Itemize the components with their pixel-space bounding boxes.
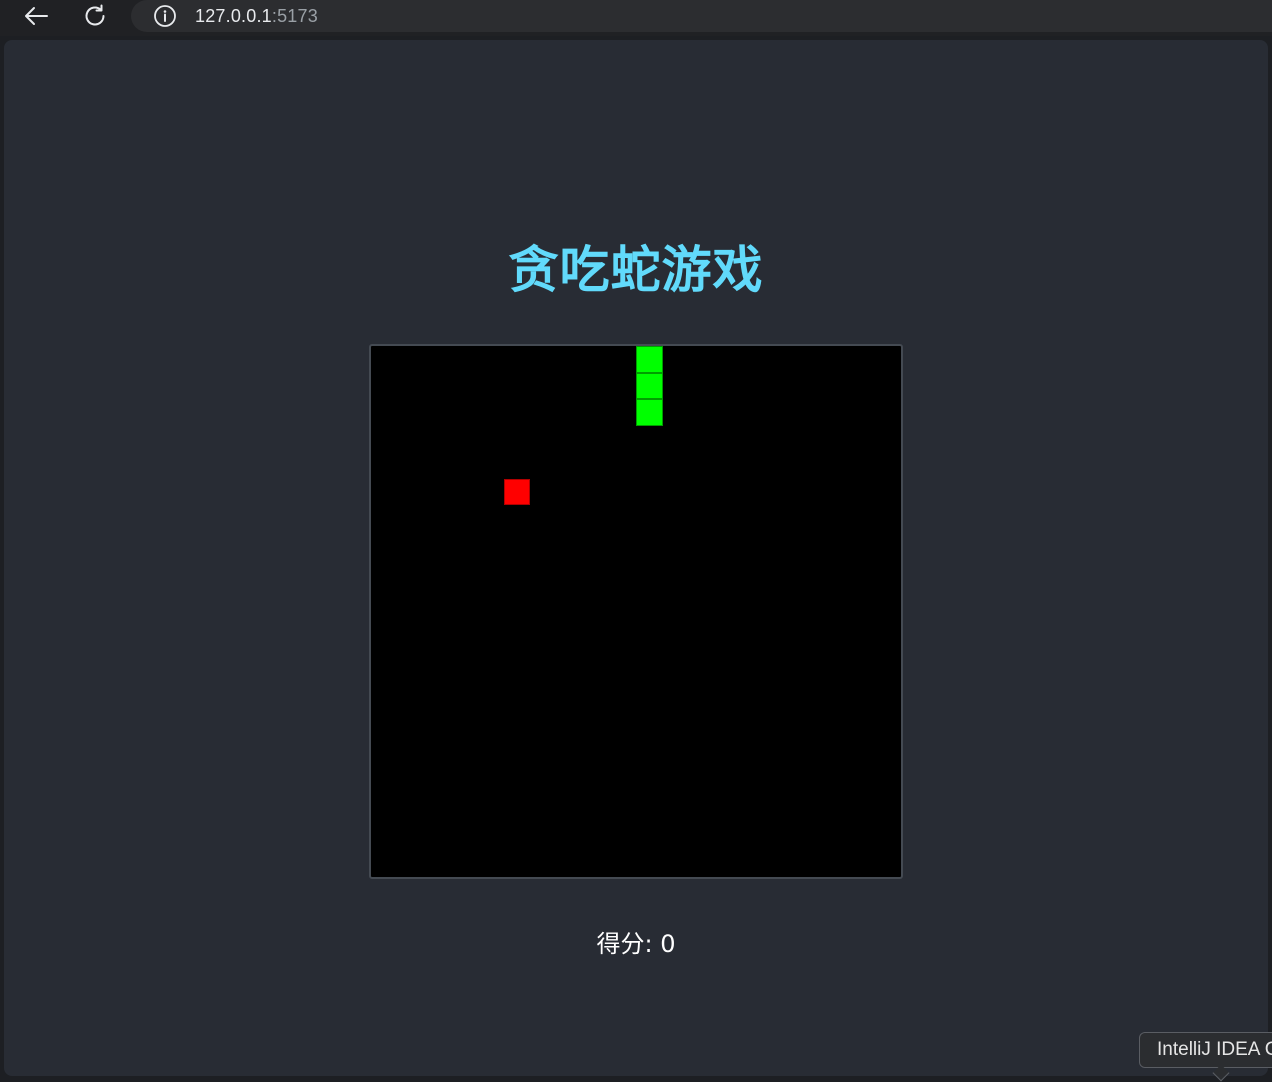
address-bar[interactable]: 127.0.0.1:5173 bbox=[131, 0, 1272, 32]
browser-toolbar: 127.0.0.1:5173 bbox=[0, 0, 1272, 36]
reload-icon bbox=[85, 4, 105, 26]
url-text: 127.0.0.1:5173 bbox=[195, 6, 318, 27]
url-host: 127.0.0.1 bbox=[195, 5, 272, 26]
back-button[interactable] bbox=[21, 2, 51, 30]
score-display: 得分: 0 bbox=[596, 930, 676, 958]
ide-tooltip: IntelliJ IDEA C bbox=[1139, 1032, 1272, 1068]
reload-button[interactable] bbox=[80, 2, 110, 30]
info-circle-icon[interactable] bbox=[153, 4, 177, 28]
snake-segment bbox=[636, 372, 663, 399]
game-title: 贪吃蛇游戏 bbox=[508, 241, 764, 299]
url-port: :5173 bbox=[271, 5, 318, 26]
page-viewport: 贪吃蛇游戏 得分: 0 bbox=[4, 40, 1268, 1076]
food bbox=[503, 478, 530, 505]
arrow-left-icon bbox=[25, 7, 48, 25]
game-board[interactable] bbox=[369, 344, 903, 879]
snake-head bbox=[636, 346, 663, 373]
snake-segment bbox=[636, 399, 663, 426]
